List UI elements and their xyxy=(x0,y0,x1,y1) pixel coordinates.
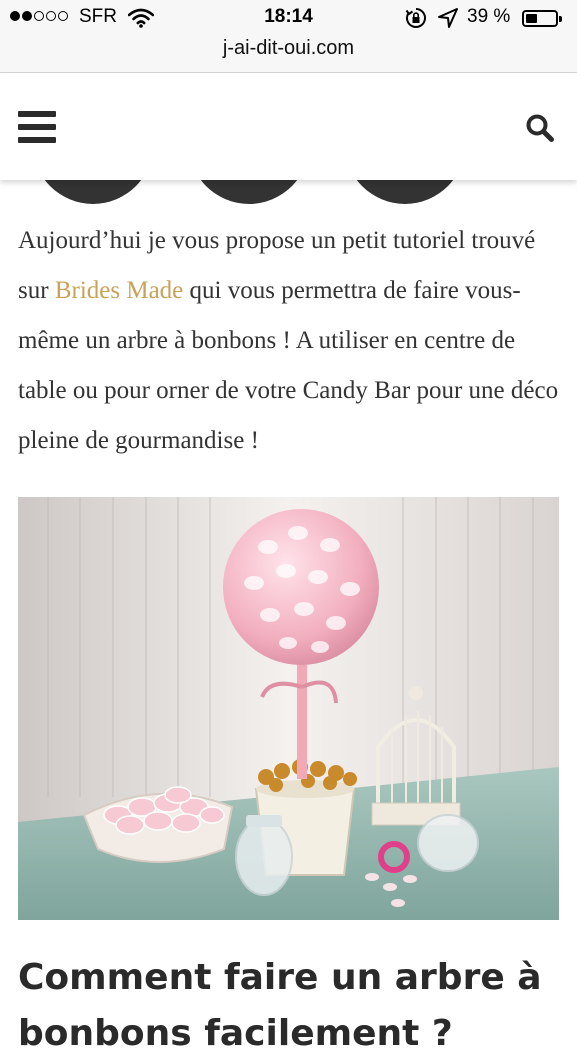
battery-icon xyxy=(522,10,558,27)
battery-percentage: 39 % xyxy=(467,6,511,27)
rotation-lock-icon xyxy=(405,8,426,28)
battery-tip xyxy=(559,16,562,22)
address-bar-url[interactable]: j-ai-dit-oui.com xyxy=(0,37,577,60)
ios-status-bar: SFR 18:14 39 % j-ai-dit-oui.com xyxy=(0,0,577,73)
signal-dot xyxy=(10,11,20,21)
share-button[interactable] xyxy=(188,180,310,204)
battery-level-fill xyxy=(526,14,537,23)
share-button[interactable] xyxy=(32,180,154,204)
cellular-signal-icon xyxy=(10,11,68,21)
candy-tree-photo xyxy=(18,497,559,920)
intro-paragraph: Aujourd’hui je vous propose un petit tut… xyxy=(18,216,563,466)
hamburger-menu-icon[interactable] xyxy=(18,111,56,143)
carrier-name: SFR xyxy=(79,6,117,27)
search-icon[interactable] xyxy=(525,113,555,143)
social-share-buttons xyxy=(0,180,577,206)
signal-dot xyxy=(22,11,32,21)
site-header xyxy=(0,73,577,180)
share-button[interactable] xyxy=(344,180,466,204)
signal-dot xyxy=(46,11,56,21)
article-title: Comment faire un arbre à bonbons facilem… xyxy=(18,957,542,1054)
wifi-icon xyxy=(128,8,154,28)
brides-made-link[interactable]: Brides Made xyxy=(55,277,183,304)
location-arrow-icon xyxy=(438,8,458,28)
candy-tree-illustration xyxy=(18,497,559,920)
signal-dot xyxy=(34,11,44,21)
signal-dot xyxy=(58,11,68,21)
